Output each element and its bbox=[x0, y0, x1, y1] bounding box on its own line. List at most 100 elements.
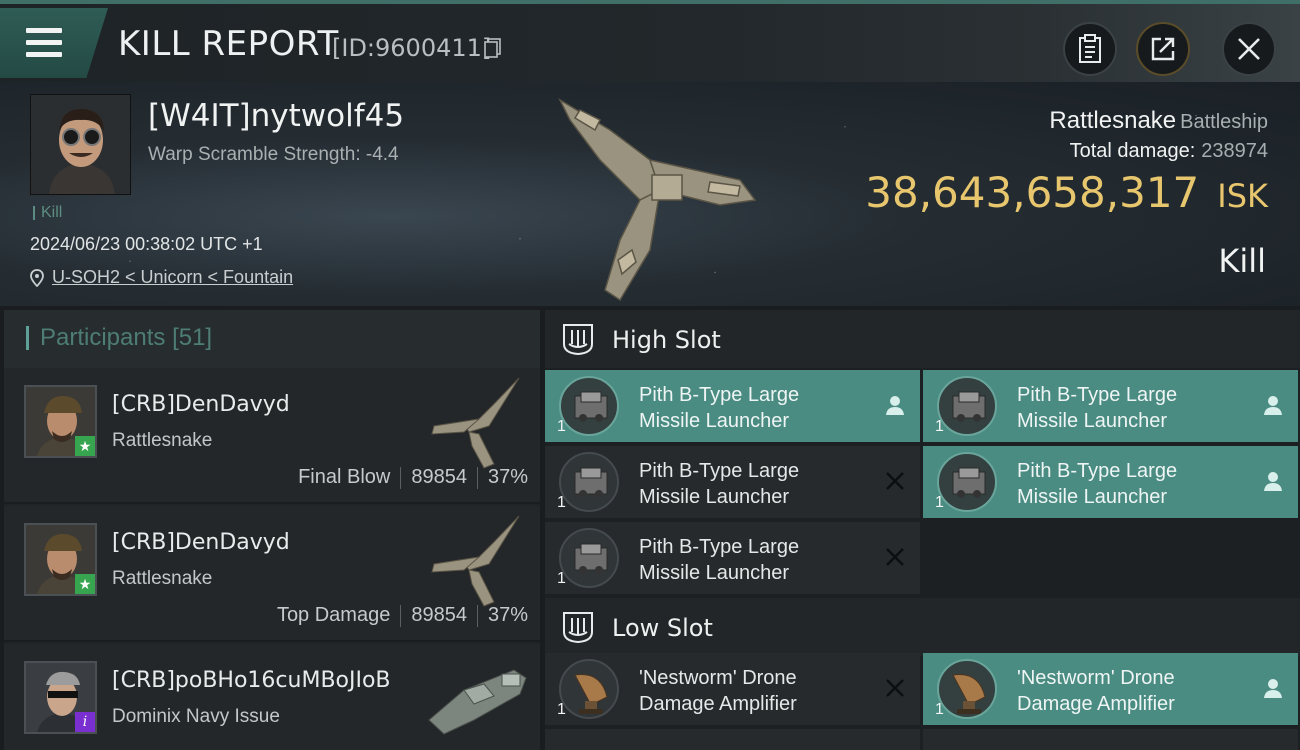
person-icon bbox=[1264, 679, 1282, 698]
module-item[interactable] bbox=[545, 729, 920, 750]
participant-label: Top Damage bbox=[276, 604, 391, 626]
module-name: Pith B-Type Large Missile Launcher bbox=[639, 384, 800, 432]
participant-row[interactable]: ★ [CRB]DenDavyd Rattlesnake Final Blow 8… bbox=[4, 368, 540, 504]
location[interactable]: U-SOH2 < Unicorn < Fountain bbox=[30, 267, 293, 288]
low-slot-title: Low Slot bbox=[612, 614, 713, 642]
module-name: Pith B-Type Large Missile Launcher bbox=[639, 536, 800, 584]
launcher-icon bbox=[937, 452, 997, 512]
x-icon bbox=[886, 472, 904, 490]
x-icon bbox=[886, 548, 904, 566]
participant-damage: 89854 bbox=[411, 466, 467, 488]
victim-name[interactable]: [W4IT]nytwolf45 bbox=[148, 98, 404, 134]
drone-amplifier-icon bbox=[937, 659, 997, 719]
participant-ship-image bbox=[431, 377, 520, 469]
participant-row[interactable]: ★ [CRB]DenDavyd Rattlesnake Top Damage 8… bbox=[4, 506, 540, 642]
clipboard-button[interactable] bbox=[1063, 22, 1117, 76]
low-slot-header: Low Slot bbox=[545, 598, 1300, 656]
module-item[interactable] bbox=[923, 729, 1298, 750]
participant-ship-image bbox=[431, 515, 520, 607]
person-icon bbox=[1264, 472, 1282, 491]
top-bar: KILL REPORT [ID:9600411] bbox=[0, 0, 1300, 82]
module-item[interactable]: 1 Pith B-Type Large Missile Launcher bbox=[545, 370, 920, 442]
participant-name[interactable]: [CRB]DenDavyd bbox=[112, 392, 290, 417]
module-quantity: 1 bbox=[557, 701, 566, 718]
close-button[interactable] bbox=[1222, 22, 1276, 76]
location-link[interactable]: U-SOH2 < Unicorn < Fountain bbox=[52, 267, 293, 288]
module-quantity: 1 bbox=[557, 570, 566, 587]
close-icon bbox=[1238, 38, 1260, 60]
person-icon bbox=[1264, 396, 1282, 415]
participants-title: Participants [51] bbox=[40, 324, 213, 351]
module-item[interactable]: 1 Pith B-Type Large Missile Launcher bbox=[545, 522, 920, 594]
participant-ship: Dominix Navy Issue bbox=[112, 706, 280, 727]
kill-tag: Kill bbox=[33, 205, 62, 221]
share-button[interactable] bbox=[1136, 22, 1190, 76]
fittings-panel: High Slot 1 Pith B-Type Large Missile Lau… bbox=[545, 310, 1300, 750]
participant-row[interactable]: i [CRB]poBHo16cuMBoJIoB Dominix Navy Iss… bbox=[4, 644, 540, 750]
victim-avatar[interactable] bbox=[30, 94, 131, 195]
module-quantity: 1 bbox=[557, 494, 566, 511]
victim-ship-image[interactable] bbox=[540, 90, 770, 305]
module-item[interactable]: 1 Pith B-Type Large Missile Launcher bbox=[923, 370, 1298, 442]
menu-icon bbox=[26, 28, 62, 58]
high-slot-header: High Slot bbox=[545, 310, 1300, 368]
launcher-icon bbox=[559, 376, 619, 436]
module-quantity: 1 bbox=[935, 418, 944, 435]
participants-header: Participants [51] bbox=[4, 310, 540, 368]
isk-amount: 38,643,658,317 bbox=[865, 168, 1200, 217]
clipboard-icon bbox=[1079, 34, 1101, 63]
participant-name[interactable]: [CRB]poBHo16cuMBoJIoB bbox=[112, 668, 391, 693]
slot-icon bbox=[563, 612, 593, 644]
high-slot-title: High Slot bbox=[612, 326, 721, 354]
participant-percent: 37% bbox=[487, 604, 528, 626]
total-damage: Total damage: 238974 bbox=[1070, 140, 1268, 163]
module-quantity: 1 bbox=[935, 494, 944, 511]
module-quantity: 1 bbox=[557, 418, 566, 435]
participant-stats: Top Damage 89854 37% bbox=[277, 604, 528, 627]
participant-damage: 89854 bbox=[411, 604, 467, 626]
total-damage-label: Total damage: bbox=[1069, 140, 1196, 162]
participants-count: [51] bbox=[172, 324, 213, 351]
module-name: 'Nestworm' Drone Damage Amplifier bbox=[639, 667, 797, 715]
person-icon bbox=[886, 396, 904, 415]
participant-label: Final Blow bbox=[298, 466, 391, 488]
info-badge-icon: i bbox=[75, 712, 95, 732]
participant-ship: Rattlesnake bbox=[112, 430, 213, 451]
module-name: Pith B-Type Large Missile Launcher bbox=[1017, 460, 1178, 508]
ship-class: Battleship bbox=[1180, 111, 1268, 133]
participant-percent: 37% bbox=[487, 466, 528, 488]
launcher-icon bbox=[937, 376, 997, 436]
module-item[interactable]: 1 Pith B-Type Large Missile Launcher bbox=[923, 446, 1298, 518]
module-item[interactable]: 1 'Nestworm' Drone Damage Amplifier bbox=[545, 653, 920, 725]
avatar[interactable]: i bbox=[24, 661, 97, 734]
star-badge-icon: ★ bbox=[75, 436, 95, 456]
participant-ship-image bbox=[428, 669, 527, 735]
avatar[interactable]: ★ bbox=[24, 385, 97, 458]
launcher-icon bbox=[559, 528, 619, 588]
page-title: KILL REPORT bbox=[118, 24, 339, 64]
module-item[interactable]: 1 'Nestworm' Drone Damage Amplifier bbox=[923, 653, 1298, 725]
avatar[interactable]: ★ bbox=[24, 523, 97, 596]
copy-icon[interactable] bbox=[484, 38, 502, 58]
launcher-icon bbox=[559, 452, 619, 512]
participant-name[interactable]: [CRB]DenDavyd bbox=[112, 530, 290, 555]
module-name: Pith B-Type Large Missile Launcher bbox=[639, 460, 800, 508]
isk-value: 38,643,658,317 ISK bbox=[865, 168, 1268, 217]
module-name: 'Nestworm' Drone Damage Amplifier bbox=[1017, 667, 1175, 715]
participants-panel: Participants [51] ★ [CRB]DenDavyd Rattle… bbox=[4, 310, 540, 750]
module-name: Pith B-Type Large Missile Launcher bbox=[1017, 384, 1178, 432]
report-id: [ID:9600411] bbox=[332, 34, 492, 62]
star-badge-icon: ★ bbox=[75, 574, 95, 594]
result-label: Kill bbox=[1218, 242, 1266, 280]
victim-ship-name: Rattlesnake Battleship bbox=[1049, 107, 1268, 135]
module-item[interactable]: 1 Pith B-Type Large Missile Launcher bbox=[545, 446, 920, 518]
isk-unit: ISK bbox=[1217, 177, 1268, 215]
victim-header: [W4IT]nytwolf45 Warp Scramble Strength: … bbox=[0, 82, 1300, 306]
participant-ship: Rattlesnake bbox=[112, 568, 213, 589]
x-icon bbox=[886, 679, 904, 697]
menu-button[interactable] bbox=[0, 8, 108, 78]
drone-amplifier-icon bbox=[559, 659, 619, 719]
warp-scramble-strength: Warp Scramble Strength: -4.4 bbox=[148, 144, 399, 165]
slot-icon bbox=[563, 324, 593, 356]
ship-name: Rattlesnake bbox=[1049, 107, 1177, 134]
